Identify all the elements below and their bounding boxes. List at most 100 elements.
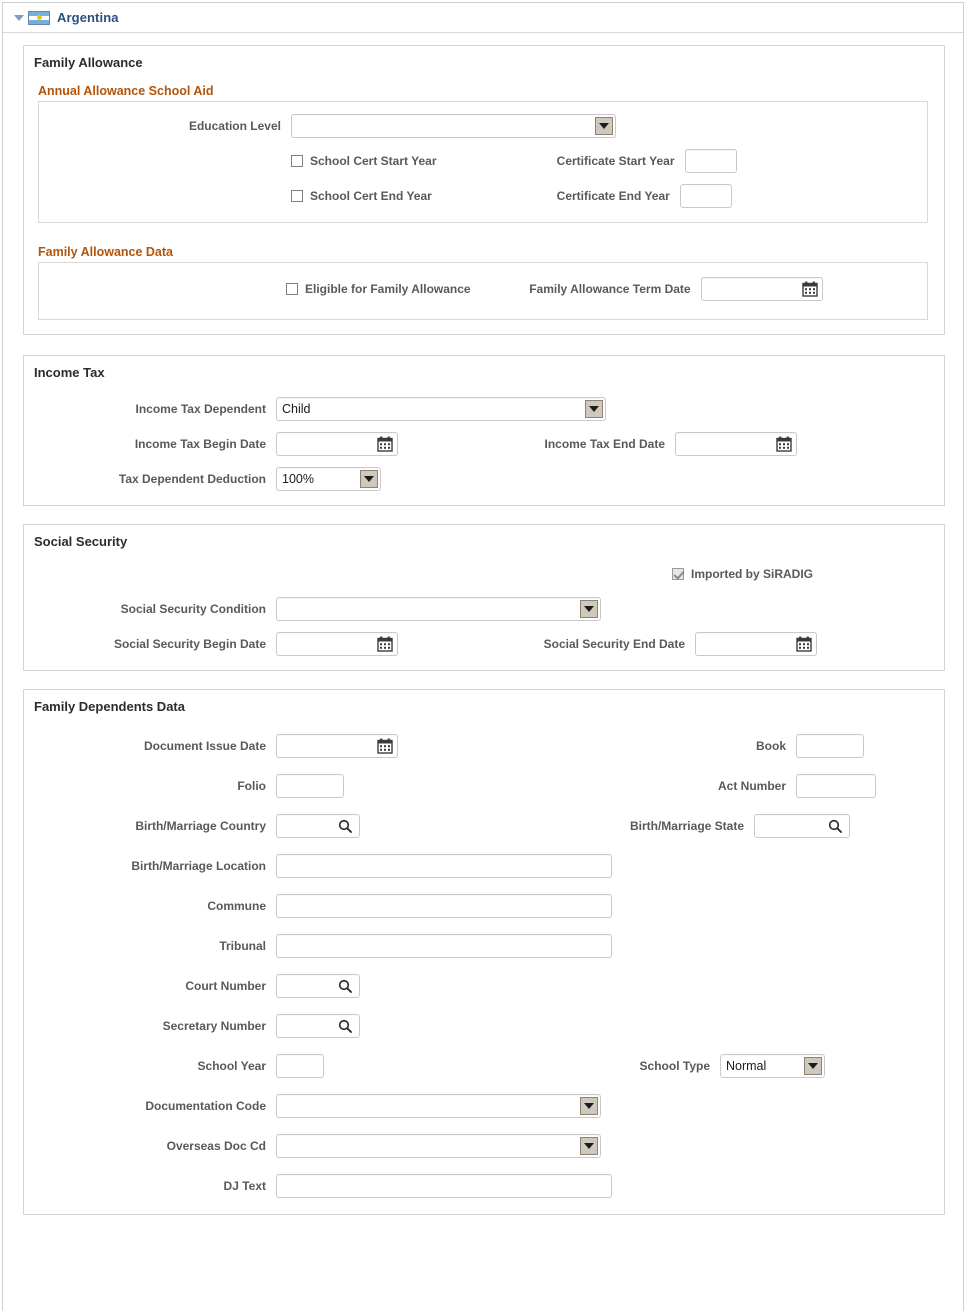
birth-marriage-country-label: Birth/Marriage Country: [24, 819, 276, 833]
group-title-social-security: Social Security: [24, 525, 944, 549]
court-number-input[interactable]: [276, 974, 360, 998]
folio-input[interactable]: [276, 774, 344, 798]
school-cert-start-label: School Cert Start Year: [310, 154, 437, 168]
tribunal-input[interactable]: [276, 934, 612, 958]
row-eligible-family-allowance: Eligible for Family Allowance Family All…: [39, 277, 927, 301]
collapse-triangle-icon[interactable]: [13, 12, 25, 24]
chevron-down-icon[interactable]: [580, 1137, 598, 1155]
row-birth-marriage-country: Birth/Marriage Country Birth/Marriage St…: [24, 814, 944, 838]
education-level-label: Education Level: [39, 119, 291, 133]
document-issue-date-input[interactable]: [276, 734, 398, 758]
book-input[interactable]: [796, 734, 864, 758]
group-family-dependents-data: Family Dependents Data Document Issue Da…: [23, 689, 945, 1215]
tax-dependent-deduction-label: Tax Dependent Deduction: [24, 472, 276, 486]
school-year-input[interactable]: [276, 1054, 324, 1078]
chevron-down-icon[interactable]: [804, 1057, 822, 1075]
dj-text-label: DJ Text: [24, 1179, 276, 1193]
row-tribunal: Tribunal: [24, 934, 944, 958]
calendar-icon[interactable]: [776, 436, 792, 452]
chevron-down-icon[interactable]: [580, 600, 598, 618]
commune-input[interactable]: [276, 894, 612, 918]
checkbox-box-icon[interactable]: [286, 283, 298, 295]
group-title-family-allowance: Family Allowance: [24, 46, 944, 70]
search-icon[interactable]: [338, 1019, 352, 1033]
documentation-code-select[interactable]: [276, 1094, 601, 1118]
social-security-condition-select[interactable]: [276, 597, 601, 621]
group-family-allowance: Family Allowance Annual Allowance School…: [23, 45, 945, 335]
chevron-down-icon[interactable]: [360, 470, 378, 488]
search-icon[interactable]: [338, 979, 352, 993]
eligible-family-allowance-checkbox[interactable]: Eligible for Family Allowance: [286, 282, 471, 296]
eligible-family-allowance-label: Eligible for Family Allowance: [305, 282, 471, 296]
school-cert-start-checkbox[interactable]: School Cert Start Year: [291, 154, 437, 168]
certificate-start-year-input[interactable]: [685, 149, 737, 173]
country-name-link[interactable]: Argentina: [57, 10, 119, 25]
page-container: Argentina Family Allowance Annual Allowa…: [2, 2, 964, 1311]
dj-text-input[interactable]: [276, 1174, 612, 1198]
overseas-doc-cd-select[interactable]: [276, 1134, 601, 1158]
checkbox-checked-disabled-icon: [672, 568, 684, 580]
education-level-select[interactable]: [291, 114, 616, 138]
secretary-number-input[interactable]: [276, 1014, 360, 1038]
panel-title-family-allowance-data: Family Allowance Data: [38, 245, 928, 259]
country-header: Argentina: [3, 3, 963, 33]
tribunal-label: Tribunal: [24, 939, 276, 953]
chevron-down-icon[interactable]: [580, 1097, 598, 1115]
documentation-code-label: Documentation Code: [24, 1099, 276, 1113]
row-court-number: Court Number: [24, 974, 944, 998]
birth-marriage-state-input[interactable]: [754, 814, 850, 838]
imported-by-siradig-label: Imported by SiRADIG: [691, 567, 813, 581]
row-school-cert-start: School Cert Start Year Certificate Start…: [39, 149, 927, 173]
income-tax-end-date-input[interactable]: [675, 432, 797, 456]
checkbox-box-icon[interactable]: [291, 190, 303, 202]
social-security-end-date-input[interactable]: [695, 632, 817, 656]
panel-family-allowance-data: Family Allowance Data Eligible for Famil…: [38, 245, 928, 320]
school-cert-end-checkbox[interactable]: School Cert End Year: [291, 189, 432, 203]
row-school-year: School Year School Type Normal: [24, 1054, 944, 1078]
school-year-label: School Year: [24, 1059, 276, 1073]
row-overseas-doc-cd: Overseas Doc Cd: [24, 1134, 944, 1158]
search-icon[interactable]: [338, 819, 352, 833]
calendar-icon[interactable]: [377, 738, 393, 754]
row-social-security-dates: Social Security Begin Date: [24, 632, 944, 656]
social-security-end-date-label: Social Security End Date: [398, 637, 695, 651]
search-icon[interactable]: [828, 819, 842, 833]
calendar-icon[interactable]: [377, 636, 393, 652]
checkbox-box-icon[interactable]: [291, 155, 303, 167]
school-cert-end-label: School Cert End Year: [310, 189, 432, 203]
school-type-label: School Type: [324, 1059, 720, 1073]
chevron-down-icon[interactable]: [595, 117, 613, 135]
social-security-begin-date-label: Social Security Begin Date: [24, 637, 276, 651]
certificate-end-year-input[interactable]: [680, 184, 732, 208]
calendar-icon[interactable]: [802, 281, 818, 297]
calendar-icon[interactable]: [796, 636, 812, 652]
row-secretary-number: Secretary Number: [24, 1014, 944, 1038]
document-issue-date-label: Document Issue Date: [24, 739, 276, 753]
tax-dependent-deduction-value: 100%: [277, 472, 314, 486]
tax-dependent-deduction-select[interactable]: 100%: [276, 467, 381, 491]
group-income-tax: Income Tax Income Tax Dependent Child In…: [23, 355, 945, 506]
social-security-begin-date-input[interactable]: [276, 632, 398, 656]
panel-title-annual-allowance: Annual Allowance School Aid: [38, 84, 928, 98]
act-number-input[interactable]: [796, 774, 876, 798]
certificate-end-year-label: Certificate End Year: [508, 189, 680, 203]
panel-annual-allowance-school-aid: Annual Allowance School Aid Education Le…: [38, 84, 928, 223]
income-tax-end-date-label: Income Tax End Date: [398, 437, 675, 451]
birth-marriage-location-input[interactable]: [276, 854, 612, 878]
chevron-down-icon[interactable]: [585, 400, 603, 418]
school-type-select[interactable]: Normal: [720, 1054, 825, 1078]
income-tax-begin-date-input[interactable]: [276, 432, 398, 456]
calendar-icon[interactable]: [377, 436, 393, 452]
income-tax-begin-date-label: Income Tax Begin Date: [24, 437, 276, 451]
row-document-issue-date: Document Issue Date: [24, 734, 944, 758]
group-social-security: Social Security Imported by SiRADIG Soci…: [23, 524, 945, 671]
income-tax-dependent-select[interactable]: Child: [276, 397, 606, 421]
birth-marriage-country-input[interactable]: [276, 814, 360, 838]
panel-body-annual-allowance: Education Level School Cert Start Year C…: [38, 101, 928, 223]
group-body-income-tax: Income Tax Dependent Child Income Tax Be…: [24, 380, 944, 505]
row-tax-dependent-deduction: Tax Dependent Deduction 100%: [24, 467, 944, 491]
family-allowance-term-date-input[interactable]: [701, 277, 823, 301]
argentina-flag-icon: [28, 11, 50, 25]
group-body-family-dependents-data: Document Issue Date: [24, 714, 944, 1214]
row-birth-marriage-location: Birth/Marriage Location: [24, 854, 944, 878]
